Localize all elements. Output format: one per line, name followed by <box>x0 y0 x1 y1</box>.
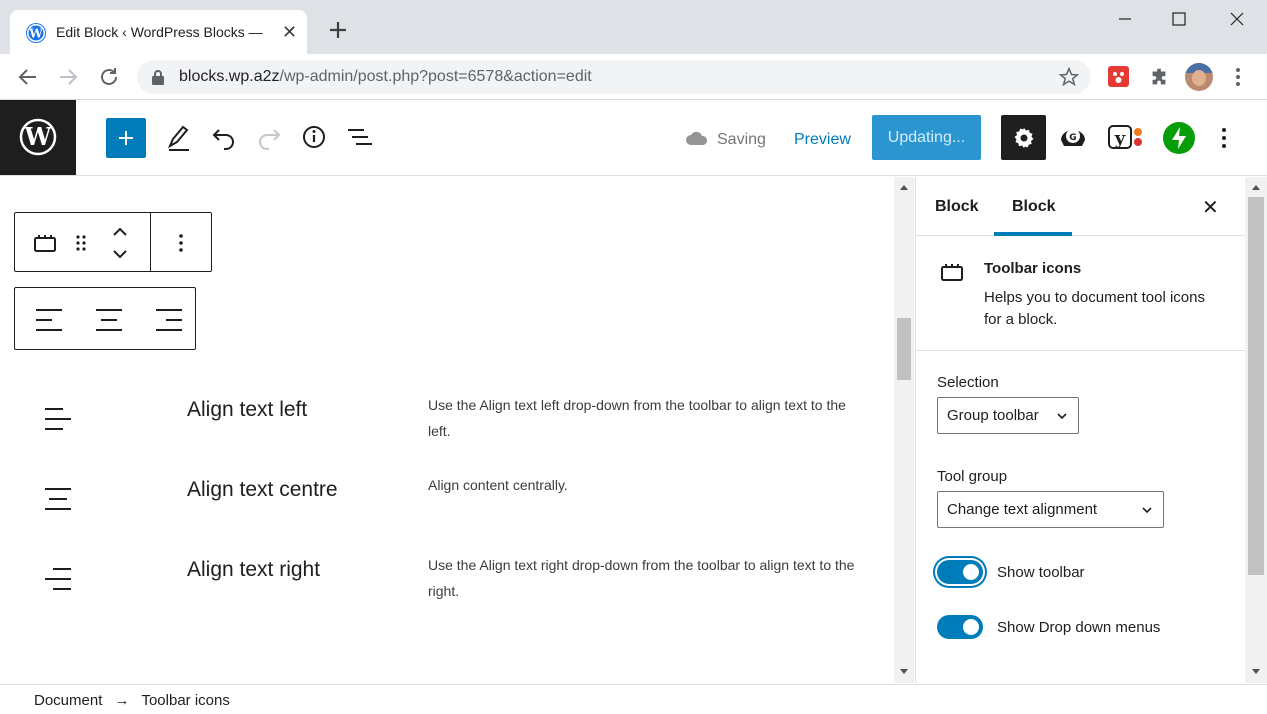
lock-icon[interactable] <box>151 69 165 85</box>
breadcrumb-separator: → <box>114 692 130 709</box>
breadcrumb: Document → Toolbar icons <box>34 692 230 709</box>
svg-text:G: G <box>1069 133 1076 143</box>
undo-icon[interactable] <box>211 122 237 152</box>
profile-avatar[interactable] <box>1185 63 1213 91</box>
list-view-icon[interactable] <box>346 122 374 152</box>
more-options-icon[interactable] <box>1214 127 1234 149</box>
minimize-icon[interactable] <box>1114 8 1136 30</box>
block-card-description: Helps you to document tool icons for a b… <box>984 289 1205 328</box>
align-left-icon <box>45 408 71 430</box>
extension-paw-icon[interactable] <box>1108 66 1129 87</box>
info-icon[interactable] <box>301 122 327 152</box>
editor-scrollbar[interactable] <box>894 177 914 683</box>
tool-group-label: Tool group <box>937 468 1008 485</box>
chevron-down-icon <box>1057 413 1067 420</box>
breadcrumb-current[interactable]: Toolbar icons <box>141 692 229 709</box>
block-type-icon[interactable] <box>33 233 57 253</box>
align-center-icon <box>45 488 71 510</box>
block-card: Toolbar icons Helps you to document tool… <box>916 236 1246 351</box>
row-label: Align text right <box>187 558 321 581</box>
wordpress-logo-icon: W <box>19 118 57 156</box>
scroll-up-icon[interactable] <box>899 183 909 191</box>
row-description: Use the Align text right drop-down from … <box>428 557 855 599</box>
toolbar-divider <box>150 213 151 271</box>
alignment-toolbar <box>14 287 196 350</box>
wordpress-logo-button[interactable]: W <box>0 100 76 175</box>
show-toolbar-label: Show toolbar <box>997 564 1085 581</box>
sidebar-tabs: Block Block ✕ <box>916 177 1246 236</box>
browser-toolbar: blocks.wp.a2z/wp-admin/post.php?post=657… <box>0 54 1267 100</box>
cloud-icon <box>686 131 708 145</box>
breadcrumb-document[interactable]: Document <box>34 692 102 709</box>
selection-value: Group toolbar <box>947 407 1039 424</box>
block-card-title: Toolbar icons <box>984 260 1082 277</box>
tool-group-value: Change text alignment <box>947 501 1098 518</box>
block-options-icon[interactable] <box>171 232 191 254</box>
preview-button[interactable]: Preview <box>794 131 851 149</box>
tab-block[interactable]: Block <box>1012 198 1056 216</box>
chevron-down-icon <box>1142 507 1152 514</box>
close-sidebar-icon[interactable]: ✕ <box>1202 195 1219 220</box>
maximize-icon[interactable] <box>1168 8 1190 30</box>
selection-label: Selection <box>937 374 999 391</box>
show-toolbar-toggle[interactable] <box>937 560 983 584</box>
jetpack-icon[interactable] <box>1163 122 1195 154</box>
align-right-icon[interactable] <box>154 306 184 334</box>
plugin-g-icon[interactable]: G <box>1057 122 1089 154</box>
bookmark-star-icon[interactable] <box>1059 67 1079 87</box>
align-right-icon <box>45 568 71 590</box>
update-button[interactable]: Updating... <box>872 115 981 160</box>
editor-canvas: Align text left Use the Align text left … <box>0 177 914 683</box>
tool-group-select[interactable]: Change text alignment <box>937 491 1164 528</box>
sidebar-scrollbar[interactable] <box>1245 177 1267 683</box>
show-dropdown-toggle[interactable] <box>937 615 983 639</box>
row-description: Use the Align text left drop-down from t… <box>428 397 846 439</box>
svg-text:W: W <box>28 27 43 41</box>
redo-icon[interactable] <box>256 122 282 152</box>
block-type-icon <box>941 264 963 281</box>
block-toolbar <box>14 212 212 272</box>
tab-close-icon[interactable]: ✕ <box>282 22 297 43</box>
scroll-up-icon[interactable] <box>1251 183 1261 191</box>
browser-menu-icon[interactable] <box>1228 66 1248 88</box>
row-label: Align text left <box>187 398 308 421</box>
settings-button[interactable] <box>1001 115 1046 160</box>
svg-text:y: y <box>1114 128 1126 149</box>
show-dropdown-label: Show Drop down menus <box>997 619 1161 636</box>
plus-icon <box>119 131 133 145</box>
settings-sidebar: Block Block ✕ Toolbar icons Helps you to… <box>915 177 1246 683</box>
scroll-down-icon[interactable] <box>899 668 909 676</box>
scroll-down-icon[interactable] <box>1251 668 1261 676</box>
scrollbar-thumb[interactable] <box>897 318 911 380</box>
block-breadcrumb-bar: Document → Toolbar icons <box>0 684 1267 714</box>
back-icon[interactable] <box>16 65 40 89</box>
browser-tab-strip: W Edit Block ‹ WordPress Blocks — ✕ <box>0 0 1267 54</box>
forward-icon[interactable] <box>56 65 80 89</box>
align-left-icon[interactable] <box>34 306 64 334</box>
svg-text:W: W <box>24 122 53 151</box>
move-up-down-icon[interactable] <box>110 225 130 261</box>
address-bar[interactable]: blocks.wp.a2z/wp-admin/post.php?post=657… <box>137 60 1091 94</box>
add-block-button[interactable] <box>106 118 146 158</box>
yoast-seo-icon[interactable]: y <box>1107 122 1147 154</box>
new-tab-icon[interactable] <box>326 18 350 42</box>
window-close-icon[interactable] <box>1226 8 1248 30</box>
tab-document[interactable]: Block <box>935 198 979 216</box>
editor-header: W Saving Preview Updating... G y <box>0 100 1267 176</box>
browser-tab[interactable]: W Edit Block ‹ WordPress Blocks — ✕ <box>10 10 307 54</box>
drag-handle-icon[interactable] <box>73 232 89 254</box>
pencil-icon[interactable] <box>166 122 192 152</box>
align-center-icon[interactable] <box>94 306 124 334</box>
reload-icon[interactable] <box>97 65 121 89</box>
wordpress-favicon-icon: W <box>26 23 46 43</box>
selection-select[interactable]: Group toolbar <box>937 397 1079 434</box>
row-label: Align text centre <box>187 478 338 501</box>
scrollbar-thumb[interactable] <box>1248 197 1264 575</box>
tab-title: Edit Block ‹ WordPress Blocks — <box>56 24 263 40</box>
gear-icon <box>1014 128 1034 148</box>
row-description: Align content centrally. <box>428 477 568 493</box>
saving-status: Saving <box>717 131 766 148</box>
url-text: blocks.wp.a2z/wp-admin/post.php?post=657… <box>179 68 592 85</box>
extensions-puzzle-icon[interactable] <box>1148 66 1170 88</box>
